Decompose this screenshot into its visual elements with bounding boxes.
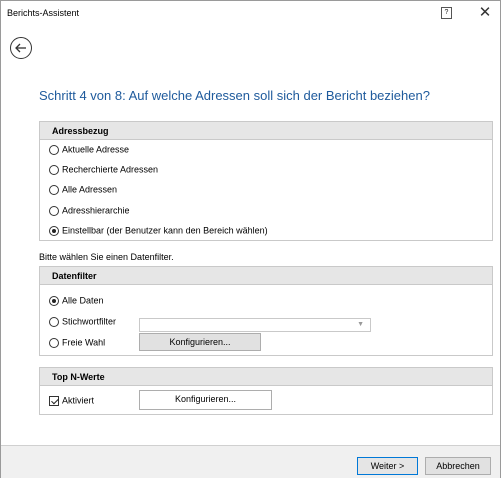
- topn-header: Top N-Werte: [40, 368, 492, 386]
- topn-activated-checkbox[interactable]: [49, 395, 59, 406]
- window-title: Berichts-Assistent: [7, 8, 80, 18]
- radio-button[interactable]: [49, 164, 59, 175]
- radio-button-selected[interactable]: [49, 225, 59, 236]
- topn-activated-checkbox-row[interactable]: Aktiviert: [49, 393, 94, 407]
- adressbezug-group: Adressbezug Aktuelle Adresse Recherchier…: [39, 121, 493, 241]
- radio-label: Adresshierarchie: [62, 205, 130, 216]
- datenfilter-header: Datenfilter: [40, 267, 492, 285]
- radio-aktuelle-adresse[interactable]: Aktuelle Adresse: [49, 142, 129, 156]
- help-button[interactable]: ?: [441, 7, 452, 19]
- back-button[interactable]: [10, 37, 32, 59]
- topn-configure-button[interactable]: Konfigurieren...: [139, 390, 272, 410]
- filter-hint: Bitte wählen Sie einen Datenfilter.: [39, 252, 174, 262]
- radio-label: Einstellbar (der Benutzer kann den Berei…: [62, 225, 268, 236]
- title-bar: Berichts-Assistent ? ✕: [1, 1, 500, 27]
- radio-button[interactable]: [49, 316, 59, 327]
- radio-label: Alle Daten: [62, 295, 104, 306]
- chevron-down-icon[interactable]: ▼: [357, 321, 364, 328]
- adressbezug-header: Adressbezug: [40, 122, 492, 140]
- cancel-button[interactable]: Abbrechen: [425, 457, 491, 475]
- radio-label: Stichwortfilter: [62, 316, 117, 327]
- stichwort-combobox[interactable]: ▼: [139, 318, 371, 332]
- radio-button-selected[interactable]: [49, 295, 59, 306]
- wizard-window: Berichts-Assistent ? ✕ Schritt 4 von 8: …: [0, 0, 501, 478]
- radio-adresshierarchie[interactable]: Adresshierarchie: [49, 203, 130, 217]
- checkbox-label: Aktiviert: [62, 395, 95, 406]
- radio-button[interactable]: [49, 144, 59, 155]
- help-icon: ?: [444, 9, 449, 16]
- radio-label: Recherchierte Adressen: [62, 164, 159, 175]
- radio-label: Alle Adressen: [62, 184, 118, 195]
- radio-alle-daten[interactable]: Alle Daten: [49, 293, 104, 307]
- radio-button[interactable]: [49, 184, 59, 195]
- radio-einstellbar[interactable]: Einstellbar (der Benutzer kann den Berei…: [49, 223, 268, 237]
- close-icon: ✕: [478, 4, 492, 21]
- radio-freie-wahl[interactable]: Freie Wahl: [49, 335, 105, 349]
- radio-recherchierte-adressen[interactable]: Recherchierte Adressen: [49, 162, 158, 176]
- radio-stichwortfilter[interactable]: Stichwortfilter: [49, 314, 116, 328]
- datenfilter-group: Datenfilter Alle Daten Stichwortfilter ▼…: [39, 266, 493, 356]
- datenfilter-configure-button[interactable]: Konfigurieren...: [139, 333, 261, 351]
- back-arrow-circle-icon: [15, 43, 26, 53]
- radio-alle-adressen[interactable]: Alle Adressen: [49, 182, 117, 196]
- next-button[interactable]: Weiter >: [357, 457, 418, 475]
- radio-button[interactable]: [49, 337, 59, 348]
- topn-group: Top N-Werte Aktiviert Konfigurieren...: [39, 367, 493, 415]
- radio-label: Freie Wahl: [62, 337, 106, 348]
- footer-bar: Weiter > Abbrechen: [1, 445, 500, 478]
- radio-button[interactable]: [49, 205, 59, 216]
- step-title: Schritt 4 von 8: Auf welche Adressen sol…: [39, 88, 430, 103]
- radio-label: Aktuelle Adresse: [62, 144, 130, 155]
- close-button[interactable]: ✕: [477, 4, 493, 22]
